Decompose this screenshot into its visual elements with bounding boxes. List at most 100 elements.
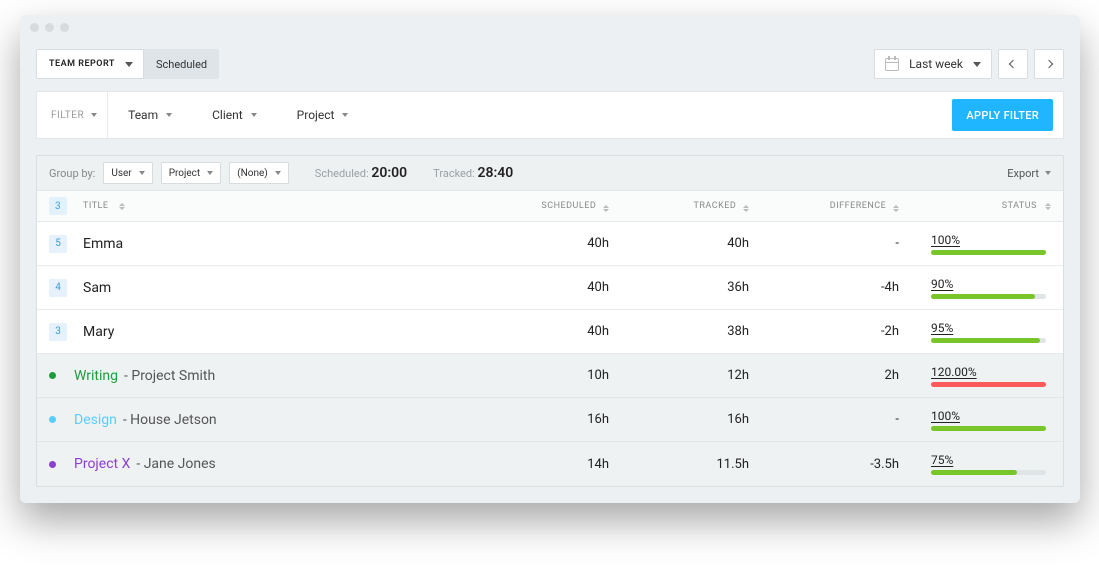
window-dot (45, 23, 54, 32)
project-client: - Jane Jones (136, 456, 215, 472)
export-label: Export (1007, 167, 1039, 180)
cell-tracked: 12h (727, 368, 749, 383)
filter-project[interactable]: Project (277, 92, 369, 138)
group-select-1[interactable]: User (103, 162, 152, 184)
date-range-label: Last week (909, 57, 963, 71)
scheduled-tab[interactable]: Scheduled (144, 49, 219, 79)
cell-tracked: 36h (727, 280, 749, 295)
app-window: TEAM REPORT Scheduled Last week FILTER (20, 15, 1080, 503)
filter-dropdown[interactable]: FILTER (37, 92, 108, 138)
chevron-right-icon (1045, 60, 1053, 68)
status-bar (931, 382, 1046, 387)
filter-client[interactable]: Client (192, 92, 277, 138)
cell-scheduled: 40h (587, 280, 609, 295)
status-label: 100% (931, 409, 960, 423)
cell-tracked: 16h (727, 412, 749, 427)
col-tracked-label[interactable]: TRACKED (694, 201, 737, 211)
caret-down-icon (342, 113, 348, 117)
status-bar (931, 250, 1046, 255)
status-bar (931, 294, 1046, 299)
project-name: Writing (74, 368, 118, 384)
apply-filter-button[interactable]: APPLY FILTER (952, 99, 1053, 131)
project-client: - House Jetson (123, 412, 217, 428)
date-range-select[interactable]: Last week (874, 49, 992, 79)
grouping-row: Group by: User Project (None) Scheduled:… (37, 156, 1063, 190)
status-label: 120.00% (931, 365, 977, 379)
group-by-label: Group by: (49, 167, 95, 180)
filter-item-label: Client (212, 108, 243, 122)
cell-scheduled: 14h (587, 457, 609, 472)
tracked-summary: Tracked: 28:40 (433, 165, 513, 181)
caret-down-icon (251, 113, 257, 117)
table-row[interactable]: Design - House Jetson16h16h-100% (37, 398, 1063, 442)
row-title: Emma (83, 236, 123, 252)
col-difference-label[interactable]: DIFFERENCE (830, 201, 886, 211)
row-count-badge: 4 (49, 279, 67, 297)
filter-team[interactable]: Team (108, 92, 192, 138)
filter-bar: FILTER Team Client Project APPLY FILTER (36, 91, 1064, 139)
status-label: 100% (931, 233, 960, 247)
cell-scheduled: 40h (587, 236, 609, 251)
caret-down-icon (207, 171, 213, 175)
row-count-badge: 3 (49, 323, 67, 341)
cell-difference: -2h (881, 324, 899, 339)
filter-label-text: FILTER (51, 110, 84, 121)
table-row[interactable]: Project X - Jane Jones14h11.5h-3.5h75% (37, 442, 1063, 486)
window-dot (60, 23, 69, 32)
table-row[interactable]: 5Emma40h40h-100% (37, 222, 1063, 266)
export-button[interactable]: Export (1007, 167, 1051, 180)
project-name: Design (74, 412, 117, 428)
caret-down-icon (91, 113, 97, 117)
filter-item-label: Project (297, 108, 335, 122)
cell-tracked: 38h (727, 324, 749, 339)
row-count-badge: 5 (49, 235, 67, 253)
col-scheduled-label[interactable]: SCHEDULED (541, 201, 596, 211)
scheduled-summary: Scheduled: 20:00 (315, 165, 407, 181)
scheduled-tab-label: Scheduled (156, 58, 207, 71)
next-range-button[interactable] (1034, 49, 1064, 79)
status-label: 95% (931, 321, 953, 335)
sort-icon (1045, 203, 1051, 210)
table-row[interactable]: Writing - Project Smith 10h 12h 2h 120.00% (37, 354, 1063, 398)
group-select-2[interactable]: Project (161, 162, 222, 184)
group-select-3[interactable]: (None) (229, 162, 289, 184)
table-row[interactable]: 3Mary40h38h-2h95% (37, 310, 1063, 354)
prev-range-button[interactable] (998, 49, 1028, 79)
cell-scheduled: 16h (587, 412, 609, 427)
chevron-left-icon (1009, 60, 1017, 68)
status-bar (931, 426, 1046, 431)
cell-difference: -4h (881, 280, 899, 295)
cell-difference: 2h (885, 368, 899, 383)
cell-scheduled: 10h (587, 368, 609, 383)
cell-difference: -3.5h (870, 457, 899, 472)
cell-tracked: 11.5h (716, 457, 749, 472)
window-dot (30, 23, 39, 32)
cell-tracked: 40h (727, 236, 749, 251)
table-row[interactable]: 4 Sam 40h 36h -4h 90% (37, 266, 1063, 310)
col-title-label[interactable]: TITLE (83, 201, 109, 211)
apply-filter-label: APPLY FILTER (966, 109, 1039, 122)
project-client: - Project Smith (124, 368, 215, 384)
status-label: 75% (931, 453, 953, 467)
top-bar: TEAM REPORT Scheduled Last week (20, 39, 1080, 91)
report-table: Group by: User Project (None) Scheduled:… (36, 155, 1064, 487)
group-select-label: Project (169, 168, 201, 179)
caret-down-icon (125, 62, 133, 67)
report-type-label: TEAM REPORT (49, 59, 115, 69)
report-type-select[interactable]: TEAM REPORT (36, 49, 144, 79)
sort-icon (119, 203, 125, 210)
project-color-dot (49, 461, 56, 468)
calendar-icon (885, 58, 899, 71)
caret-down-icon (1045, 171, 1051, 175)
caret-down-icon (139, 171, 145, 175)
group-select-label: (None) (237, 168, 268, 179)
row-title: Sam (83, 280, 111, 296)
caret-down-icon (166, 113, 172, 117)
total-count-badge: 3 (49, 197, 67, 215)
project-color-dot (49, 372, 56, 379)
col-status-label[interactable]: STATUS (1002, 201, 1037, 211)
status-label: 90% (931, 277, 953, 291)
row-title: Mary (83, 324, 114, 340)
status-bar (931, 338, 1046, 343)
caret-down-icon (973, 62, 981, 67)
